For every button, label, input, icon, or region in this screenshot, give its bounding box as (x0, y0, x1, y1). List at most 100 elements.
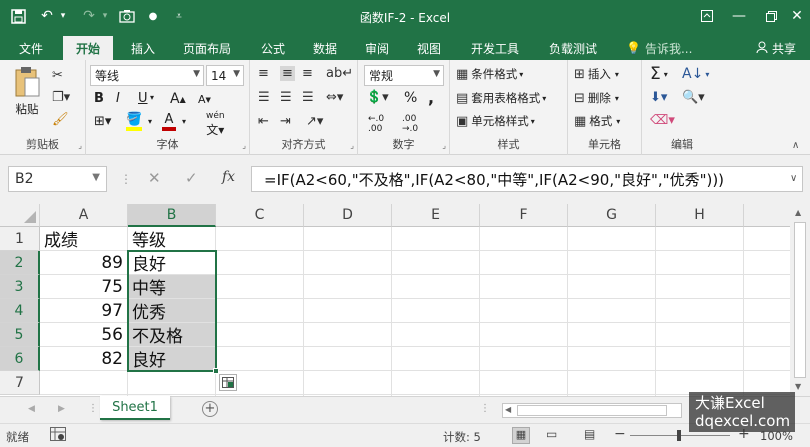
column-header-b[interactable]: B (128, 204, 216, 227)
zoom-slider-thumb[interactable] (677, 430, 681, 441)
cell-a3[interactable]: 75 (40, 275, 128, 299)
conditional-format-button[interactable]: ▦ 条件格式 ▾ (456, 66, 523, 82)
orientation-icon[interactable]: ↗▾ (306, 114, 323, 129)
clipboard-launcher-icon[interactable]: ⌟ (78, 141, 82, 150)
insert-function-icon[interactable]: fx (222, 169, 235, 185)
cell-b3[interactable]: 中等 (128, 275, 216, 299)
macro-record-icon[interactable] (50, 427, 66, 444)
cell-b5[interactable]: 不及格 (128, 323, 216, 347)
border-icon[interactable]: ⊞▾ (94, 114, 111, 129)
scroll-up-icon[interactable]: ▲ (795, 208, 801, 217)
new-sheet-button[interactable]: + (202, 401, 218, 417)
zoom-out-button[interactable]: − (614, 426, 626, 442)
align-center-icon[interactable]: ☰ (280, 90, 292, 105)
column-header-i[interactable] (744, 204, 790, 227)
decrease-indent-icon[interactable]: ⇤ (258, 114, 269, 129)
font-size-combo[interactable]: 14 ▼ (206, 65, 244, 86)
cell-b4[interactable]: 优秀 (128, 299, 216, 323)
cell-a5[interactable]: 56 (40, 323, 128, 347)
ribbon-display-icon[interactable] (690, 4, 724, 28)
find-select-icon[interactable]: 🔍▾ (682, 90, 705, 105)
close-icon[interactable]: ✕ (780, 4, 810, 28)
cell-b1[interactable]: 等级 (128, 227, 216, 251)
tab-data[interactable]: 数据 (304, 36, 346, 60)
wrap-text-icon[interactable]: ab↵ (326, 66, 353, 81)
font-color-icon[interactable]: A (162, 112, 176, 131)
minimize-icon[interactable]: — (722, 4, 756, 28)
format-as-table-button[interactable]: ▤ 套用表格格式 ▾ (456, 90, 546, 106)
underline-dropdown-icon[interactable]: ▾ (150, 93, 154, 102)
hscroll-thumb[interactable] (517, 405, 667, 416)
copy-icon[interactable]: ❐▾ (52, 90, 70, 105)
tell-me-box[interactable]: 💡 告诉我... (626, 36, 692, 60)
tab-page-layout[interactable]: 页面布局 (176, 36, 238, 60)
align-top-icon[interactable]: ≡ (258, 66, 269, 81)
formula-input[interactable]: =IF(A2<60,"不及格",IF(A2<80,"中等",IF(A2<90,"… (251, 166, 803, 192)
paste-button[interactable]: 粘贴 (10, 66, 44, 117)
bold-button[interactable]: B (94, 91, 104, 106)
expand-formula-bar-icon[interactable]: ∨ (790, 173, 797, 184)
sheet-tab-sheet1[interactable]: Sheet1 (100, 396, 170, 420)
cancel-formula-icon[interactable]: ✕ (148, 169, 161, 187)
align-middle-icon[interactable]: ≡ (280, 66, 295, 81)
fill-color-icon[interactable]: 🪣 (126, 112, 142, 131)
column-header-c[interactable]: C (216, 204, 304, 227)
tab-review[interactable]: 审阅 (356, 36, 398, 60)
cell-b2[interactable]: 良好 (128, 251, 216, 275)
scroll-down-icon[interactable]: ▼ (795, 382, 801, 391)
split-dots-icon[interactable]: ⋮ (480, 403, 490, 414)
row-header-1[interactable]: 1 (0, 227, 40, 251)
scroll-left-icon[interactable]: ◀ (505, 405, 511, 414)
tab-developer[interactable]: 开发工具 (462, 36, 528, 60)
column-header-h[interactable]: H (656, 204, 744, 227)
align-right-icon[interactable]: ☰ (302, 90, 314, 105)
sort-filter-icon[interactable]: A↓ ▾ (682, 66, 709, 82)
cell-a2[interactable]: 89 (40, 251, 128, 275)
alignment-launcher-icon[interactable]: ⌟ (350, 141, 354, 150)
enter-formula-icon[interactable]: ✓ (185, 169, 198, 187)
cell-a4[interactable]: 97 (40, 299, 128, 323)
font-name-combo[interactable]: 等线 ▼ (90, 65, 204, 86)
share-button[interactable]: 共享 (756, 36, 796, 60)
normal-view-icon[interactable]: ▦ (512, 427, 530, 444)
underline-button[interactable]: U (138, 91, 148, 106)
align-bottom-icon[interactable]: ≡ (302, 66, 313, 81)
cut-icon[interactable]: ✂ (52, 68, 63, 83)
clear-icon[interactable]: ⌫▾ (650, 113, 675, 128)
row-header-5[interactable]: 5 (0, 323, 40, 347)
horizontal-scrollbar[interactable]: ◀ (502, 403, 682, 418)
tab-home[interactable]: 开始 (63, 36, 113, 60)
tab-file[interactable]: 文件 (10, 36, 52, 60)
tab-view[interactable]: 视图 (408, 36, 450, 60)
italic-button[interactable]: I (116, 91, 120, 106)
row-header-4[interactable]: 4 (0, 299, 40, 323)
row-header-2[interactable]: 2 (0, 251, 40, 275)
column-header-d[interactable]: D (304, 204, 392, 227)
column-header-e[interactable]: E (392, 204, 480, 227)
phonetic-icon[interactable]: wén 文▾ (206, 111, 225, 138)
row-header-3[interactable]: 3 (0, 275, 40, 299)
row-header-7[interactable]: 7 (0, 371, 40, 395)
merge-center-icon[interactable]: ⇔▾ (326, 90, 343, 105)
scroll-thumb[interactable] (794, 222, 806, 378)
fill-icon[interactable]: ⬇▾ (650, 90, 667, 105)
increase-decimal-icon[interactable]: ←.0.00 (368, 114, 384, 134)
align-left-icon[interactable]: ☰ (258, 90, 270, 105)
number-format-combo[interactable]: 常规 ▼ (364, 65, 444, 86)
number-launcher-icon[interactable]: ⌟ (442, 141, 446, 150)
insert-cells-button[interactable]: ⊞ 插入 ▾ (574, 66, 619, 82)
percent-button[interactable]: % (404, 90, 417, 106)
column-header-f[interactable]: F (480, 204, 568, 227)
tab-insert[interactable]: 插入 (122, 36, 164, 60)
delete-cells-button[interactable]: ⊟ 删除 ▾ (574, 90, 619, 106)
collapse-ribbon-icon[interactable]: ∧ (792, 140, 799, 151)
name-box[interactable]: B2 ▼ (8, 166, 107, 192)
autosum-icon[interactable]: Σ ▾ (650, 64, 668, 84)
page-layout-view-icon[interactable]: ▭ (546, 427, 557, 441)
vertical-scrollbar[interactable]: ▲ ▼ (790, 204, 810, 396)
cell-b6[interactable]: 良好 (128, 347, 216, 371)
cell-styles-button[interactable]: ▣ 单元格样式 ▾ (456, 113, 535, 129)
cell-a1[interactable]: 成绩 (40, 227, 128, 251)
column-header-a[interactable]: A (40, 204, 128, 227)
cell-a6[interactable]: 82 (40, 347, 128, 371)
